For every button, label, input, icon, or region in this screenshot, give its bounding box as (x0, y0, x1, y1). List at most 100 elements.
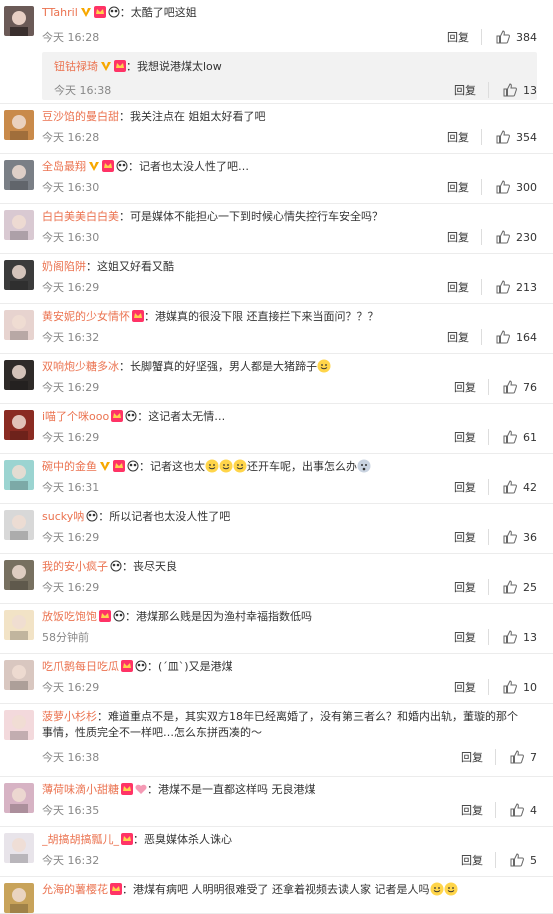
like-button[interactable]: 164 (496, 330, 537, 344)
avatar[interactable] (4, 710, 34, 740)
comment-text: ：太酷了吧这姐 (119, 6, 197, 19)
reply-button[interactable]: 回复 (461, 802, 496, 818)
username[interactable]: 我的安小疯子 (42, 560, 108, 573)
reply-button[interactable]: 回复 (447, 179, 482, 195)
avatar[interactable] (4, 510, 34, 540)
thumbs-up-icon (496, 180, 510, 194)
username[interactable]: 薄荷味滴小甜糖 (42, 783, 119, 796)
comment-item: 允海的薯樱花 ：港煤有病吧 人明明很难受了 还拿着视频去读人家 记者是人吗 (0, 877, 553, 914)
reply-button[interactable]: 回复 (447, 129, 482, 145)
member-crown-icon (111, 410, 124, 422)
avatar[interactable] (4, 460, 34, 490)
like-button[interactable]: 76 (503, 380, 537, 394)
reply-button[interactable]: 回复 (454, 479, 489, 495)
username[interactable]: 碗中的金鱼 (42, 460, 97, 473)
like-count: 213 (516, 280, 537, 294)
avatar[interactable] (4, 883, 34, 913)
comment-time: 58分钟前 (42, 631, 89, 644)
username[interactable]: i喵了个咪ooo (42, 410, 109, 423)
like-button[interactable]: 213 (496, 280, 537, 294)
comment-item: TTahril ：太酷了吧这姐 今天 16:28 回复 384 钮钴禄琦 ：我想说港… (0, 0, 553, 104)
like-button[interactable]: 25 (503, 580, 537, 594)
username[interactable]: 全岛最翔 (42, 160, 86, 173)
avatar[interactable] (4, 660, 34, 690)
avatar[interactable] (4, 833, 34, 863)
comment-text: ：港煤那么贱是因为渔村幸福指数低吗 (125, 610, 312, 623)
avatar[interactable] (4, 210, 34, 240)
like-count: 5 (530, 853, 537, 867)
comment-item: 薄荷味滴小甜糖 ：港煤不是一直都这样吗 无良港煤 今天 16:35 回复 4 (0, 777, 553, 827)
comment-text: ：记者这也太 (139, 460, 205, 473)
like-button[interactable]: 230 (496, 230, 537, 244)
sub-reply: 钮钴禄琦 ：我想说港煤太low 今天 16:38 回复 13 (42, 52, 537, 100)
comment-time: 今天 16:29 (42, 381, 100, 394)
like-button[interactable]: 13 (503, 630, 537, 644)
reply-button[interactable]: 回复 (447, 329, 482, 345)
username[interactable]: 白白美美白白美 (42, 210, 119, 223)
avatar[interactable] (4, 783, 34, 813)
username[interactable]: 豆沙馅的曼白甜 (42, 110, 119, 123)
username[interactable]: 双响炮少糖多冰 (42, 360, 119, 373)
reply-button[interactable]: 回复 (447, 29, 482, 45)
username[interactable]: 菠萝小杉杉 (42, 710, 97, 723)
smiley-emoji-icon (317, 359, 331, 373)
reply-button[interactable]: 回复 (454, 82, 489, 98)
username[interactable]: 放饭吃饱饱 (42, 610, 97, 623)
like-button[interactable]: 10 (503, 680, 537, 694)
like-button[interactable]: 13 (503, 83, 537, 97)
like-button[interactable]: 61 (503, 430, 537, 444)
username[interactable]: 黄安妮的少女情怀 (42, 310, 130, 323)
like-button[interactable]: 42 (503, 480, 537, 494)
reply-button[interactable]: 回复 (447, 229, 482, 245)
member-crown-icon (121, 783, 133, 795)
sub-reply-username[interactable]: 钮钴禄琦 (54, 60, 98, 73)
like-button[interactable]: 7 (510, 750, 537, 764)
thumbs-up-icon (496, 330, 510, 344)
thumbs-up-icon (503, 380, 517, 394)
thumbs-up-icon (510, 853, 524, 867)
panda-icon (108, 6, 120, 18)
reply-button[interactable]: 回复 (461, 749, 496, 765)
reply-button[interactable]: 回复 (447, 279, 482, 295)
panda-icon (110, 560, 122, 572)
avatar[interactable] (4, 160, 34, 190)
avatar[interactable] (4, 110, 34, 140)
avatar[interactable] (4, 410, 34, 440)
username[interactable]: 奶阁陷阱 (42, 260, 86, 273)
reply-button[interactable]: 回复 (454, 679, 489, 695)
thumbs-up-icon (503, 480, 517, 494)
avatar[interactable] (4, 310, 34, 340)
username[interactable]: 吃爪鹅每日吃瓜 (42, 660, 119, 673)
avatar[interactable] (4, 6, 34, 36)
sub-reply-time: 今天 16:38 (54, 84, 112, 97)
username[interactable]: TTahril (42, 6, 78, 19)
reply-button[interactable]: 回复 (461, 852, 496, 868)
avatar[interactable] (4, 360, 34, 390)
comment-item: _胡搞胡搞瓢儿_ ：恶臭媒体杀人诛心 今天 16:32 回复 5 (0, 827, 553, 877)
verified-v-icon (89, 162, 99, 171)
reply-button[interactable]: 回复 (454, 529, 489, 545)
thumbs-up-icon (510, 750, 524, 764)
thumbs-up-icon (496, 230, 510, 244)
avatar[interactable] (4, 260, 34, 290)
comment-time: 今天 16:30 (42, 181, 100, 194)
like-button[interactable]: 5 (510, 853, 537, 867)
username[interactable]: sucky呐 (42, 510, 84, 523)
like-button[interactable]: 4 (510, 803, 537, 817)
like-button[interactable]: 384 (496, 30, 537, 44)
avatar[interactable] (4, 560, 34, 590)
avatar[interactable] (4, 610, 34, 640)
reply-button[interactable]: 回复 (454, 629, 489, 645)
like-button[interactable]: 300 (496, 180, 537, 194)
like-count: 230 (516, 230, 537, 244)
username[interactable]: 允海的薯樱花 (42, 883, 108, 896)
reply-button[interactable]: 回复 (454, 379, 489, 395)
like-button[interactable]: 36 (503, 530, 537, 544)
comment-text: ：港煤不是一直都这样吗 无良港煤 (147, 783, 316, 796)
like-count: 354 (516, 130, 537, 144)
username[interactable]: _胡搞胡搞瓢儿_ (42, 833, 119, 846)
reply-button[interactable]: 回复 (454, 429, 489, 445)
like-button[interactable]: 354 (496, 130, 537, 144)
thumbs-up-icon (503, 530, 517, 544)
reply-button[interactable]: 回复 (454, 579, 489, 595)
